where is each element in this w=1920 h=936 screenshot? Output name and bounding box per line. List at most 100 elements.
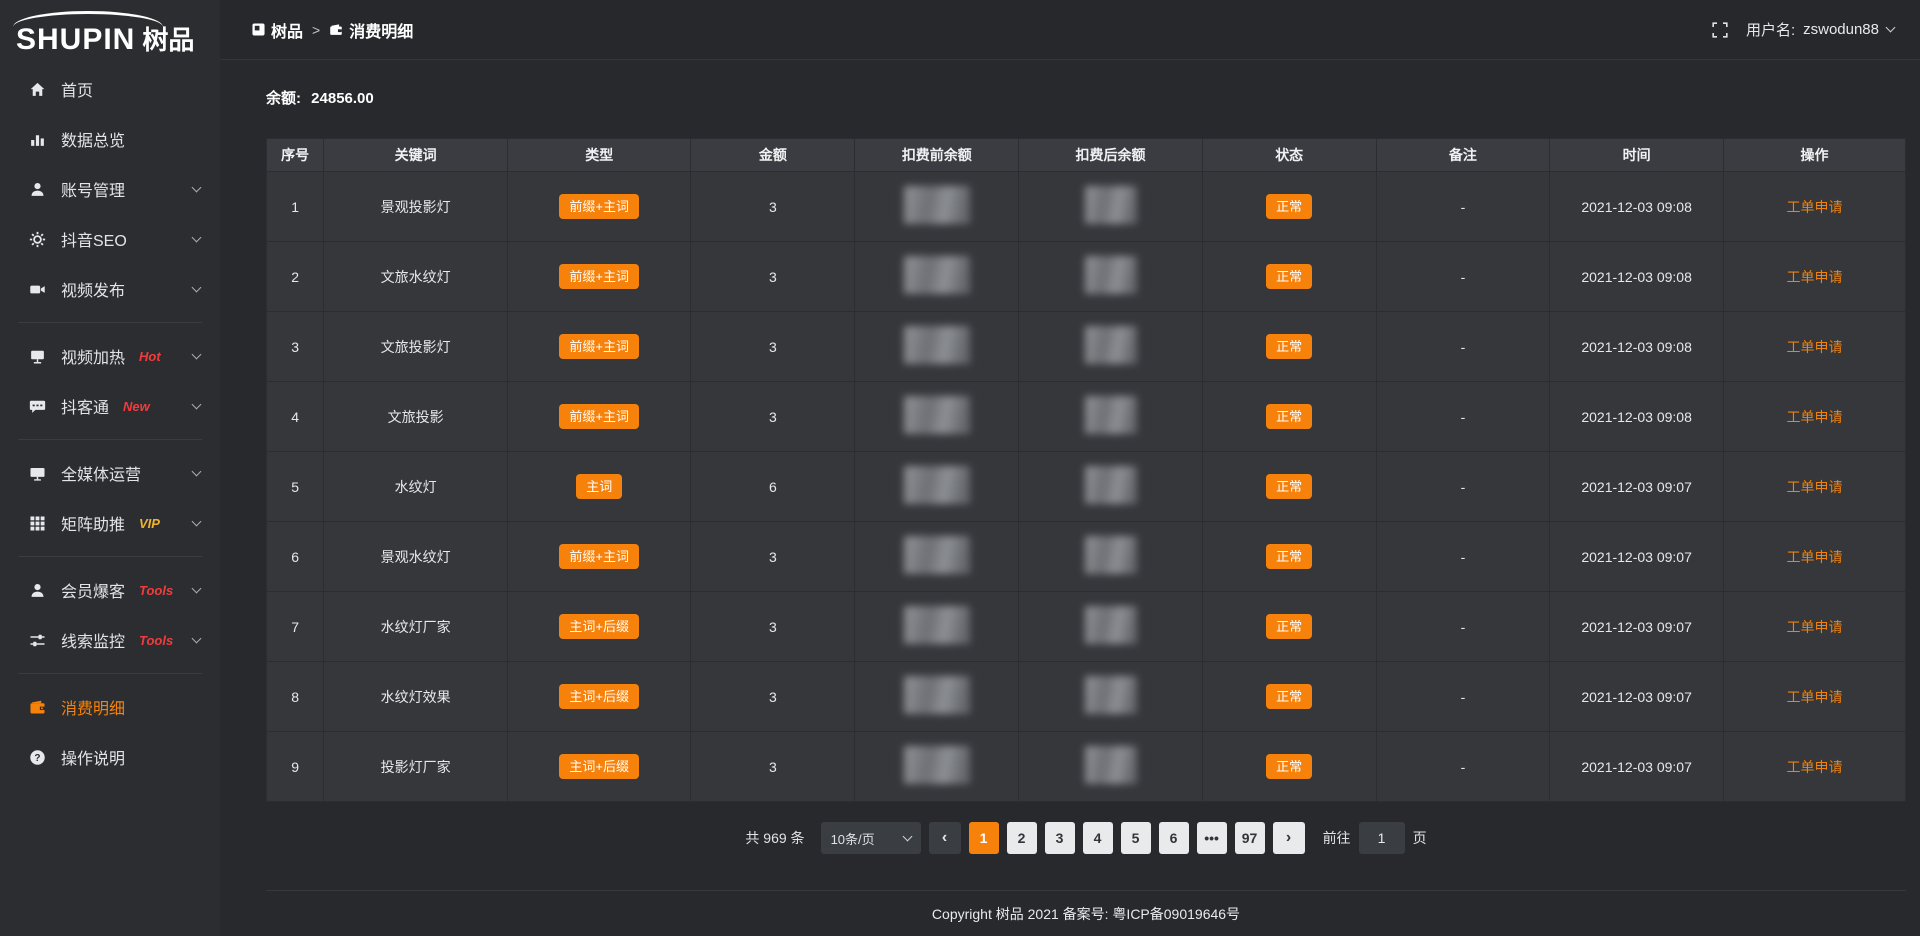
cell-action: 工单申请 xyxy=(1723,732,1905,802)
sidebar-item-label: 数据总览 xyxy=(61,127,125,151)
topbar: 树品 > 消费明细 用户名: zswodun88 xyxy=(220,0,1920,60)
cell-keyword: 水纹灯 xyxy=(324,452,508,522)
cell-keyword: 文旅投影 xyxy=(324,382,508,452)
app-root: SHUPIN树品 首页 数据总览 账号管理 抖音SEO xyxy=(0,0,1920,936)
app-logo: SHUPIN树品 xyxy=(0,6,220,64)
sidebar-item-media-operation[interactable]: 全媒体运营 xyxy=(0,448,220,498)
sidebar-item-label: 抖音SEO xyxy=(61,227,127,251)
cell-type: 主词+后缀 xyxy=(507,732,691,802)
col-status: 状态 xyxy=(1202,139,1376,172)
sidebar-item-matrix-boost[interactable]: 矩阵助推 VIP xyxy=(0,498,220,548)
chevron-down-icon xyxy=(192,233,202,243)
status-badge: 正常 xyxy=(1266,754,1312,779)
masked-balance-before xyxy=(904,606,970,644)
cell-note: - xyxy=(1376,522,1550,592)
prev-page-button[interactable]: ‹ xyxy=(929,822,961,854)
page-button[interactable]: 3 xyxy=(1045,822,1075,854)
sidebar-item-label: 账号管理 xyxy=(61,177,125,201)
work-order-link[interactable]: 工单申请 xyxy=(1786,619,1842,635)
work-order-link[interactable]: 工单申请 xyxy=(1786,759,1842,775)
member-icon xyxy=(26,582,48,599)
type-badge: 前缀+主词 xyxy=(559,334,639,359)
sidebar-divider xyxy=(18,322,202,323)
page-button[interactable]: 5 xyxy=(1121,822,1151,854)
table-row: 1 景观投影灯 前缀+主词 3 正常 - 2021-12-03 09:08 工单… xyxy=(267,172,1906,242)
chevron-down-icon xyxy=(192,634,202,644)
cell-type: 主词+后缀 xyxy=(507,592,691,662)
cell-keyword: 景观投影灯 xyxy=(324,172,508,242)
cell-index: 2 xyxy=(267,242,324,312)
sidebar-item-label: 会员爆客 xyxy=(61,578,125,602)
sidebar-item-home[interactable]: 首页 xyxy=(0,64,220,114)
user-menu[interactable]: 用户名: zswodun88 xyxy=(1746,19,1894,40)
sidebar-item-account-manage[interactable]: 账号管理 xyxy=(0,164,220,214)
sidebar-item-data-overview[interactable]: 数据总览 xyxy=(0,114,220,164)
sidebar-item-label: 全媒体运营 xyxy=(61,461,141,485)
type-badge: 前缀+主词 xyxy=(559,544,639,569)
cell-index: 4 xyxy=(267,382,324,452)
cell-status: 正常 xyxy=(1202,242,1376,312)
page-button[interactable]: 97 xyxy=(1235,822,1265,854)
cell-time: 2021-12-03 09:07 xyxy=(1550,732,1724,802)
work-order-link[interactable]: 工单申请 xyxy=(1786,409,1842,425)
chevron-down-icon xyxy=(1886,23,1896,33)
goto-page-input[interactable] xyxy=(1359,822,1405,854)
page-button[interactable]: ••• xyxy=(1197,822,1227,854)
cell-action: 工单申请 xyxy=(1723,312,1905,382)
cell-time: 2021-12-03 09:08 xyxy=(1550,312,1724,382)
logo-arc xyxy=(13,11,163,27)
fullscreen-icon[interactable] xyxy=(1712,22,1728,38)
cell-balance-before xyxy=(855,732,1019,802)
sliders-icon xyxy=(26,632,48,649)
cell-type: 主词+后缀 xyxy=(507,662,691,732)
cell-balance-after xyxy=(1019,382,1203,452)
sidebar-item-video-heating[interactable]: 视频加热 Hot xyxy=(0,331,220,381)
cell-action: 工单申请 xyxy=(1723,382,1905,452)
work-order-link[interactable]: 工单申请 xyxy=(1786,269,1842,285)
sidebar-item-label: 矩阵助推 xyxy=(61,511,125,535)
main-column: 树品 > 消费明细 用户名: zswodun88 xyxy=(220,0,1920,936)
chevron-down-icon xyxy=(192,584,202,594)
pagination: 共 969 条 10条/页 ‹ 1 2 3 4 xyxy=(266,822,1906,854)
page-button[interactable]: 6 xyxy=(1159,822,1189,854)
next-page-button[interactable]: › xyxy=(1273,822,1305,854)
work-order-link[interactable]: 工单申请 xyxy=(1786,479,1842,495)
tools-tag: Tools xyxy=(139,583,173,598)
type-badge: 前缀+主词 xyxy=(559,404,639,429)
col-keyword: 关键词 xyxy=(324,139,508,172)
app-square-icon xyxy=(252,23,265,36)
sidebar-item-lead-monitor[interactable]: 线索监控 Tools xyxy=(0,615,220,665)
sidebar-item-member-burst[interactable]: 会员爆客 Tools xyxy=(0,565,220,615)
sidebar-item-label: 消费明细 xyxy=(61,695,125,719)
work-order-link[interactable]: 工单申请 xyxy=(1786,549,1842,565)
breadcrumb-root[interactable]: 树品 xyxy=(252,18,303,42)
page-button[interactable]: 1 xyxy=(969,822,999,854)
sidebar-item-help[interactable]: ? 操作说明 xyxy=(0,732,220,782)
table-row: 4 文旅投影 前缀+主词 3 正常 - 2021-12-03 09:08 工单申… xyxy=(267,382,1906,452)
cell-index: 9 xyxy=(267,732,324,802)
cell-balance-after xyxy=(1019,732,1203,802)
work-order-link[interactable]: 工单申请 xyxy=(1786,339,1842,355)
cell-status: 正常 xyxy=(1202,382,1376,452)
sidebar-item-consume-detail[interactable]: 消费明细 xyxy=(0,682,220,732)
breadcrumb-separator: > xyxy=(312,22,320,38)
page-button[interactable]: 2 xyxy=(1007,822,1037,854)
sidebar-item-douketong[interactable]: 抖客通 New xyxy=(0,381,220,431)
work-order-link[interactable]: 工单申请 xyxy=(1786,199,1842,215)
vip-tag: VIP xyxy=(139,516,160,531)
page-button[interactable]: 4 xyxy=(1083,822,1113,854)
table-header: 序号 关键词 类型 金额 扣费前余额 扣费后余额 状态 备注 时间 操作 xyxy=(267,139,1906,172)
masked-balance-after xyxy=(1085,466,1137,504)
cell-type: 前缀+主词 xyxy=(507,172,691,242)
cell-balance-before xyxy=(855,312,1019,382)
work-order-link[interactable]: 工单申请 xyxy=(1786,689,1842,705)
masked-balance-after xyxy=(1085,746,1137,784)
sidebar-item-video-publish[interactable]: 视频发布 xyxy=(0,264,220,314)
cell-action: 工单申请 xyxy=(1723,662,1905,732)
cell-type: 前缀+主词 xyxy=(507,382,691,452)
question-icon: ? xyxy=(26,749,48,766)
page-size-select[interactable]: 10条/页 xyxy=(821,822,921,854)
sidebar-item-douyin-seo[interactable]: 抖音SEO xyxy=(0,214,220,264)
masked-balance-before xyxy=(904,676,970,714)
user-icon xyxy=(26,181,48,198)
